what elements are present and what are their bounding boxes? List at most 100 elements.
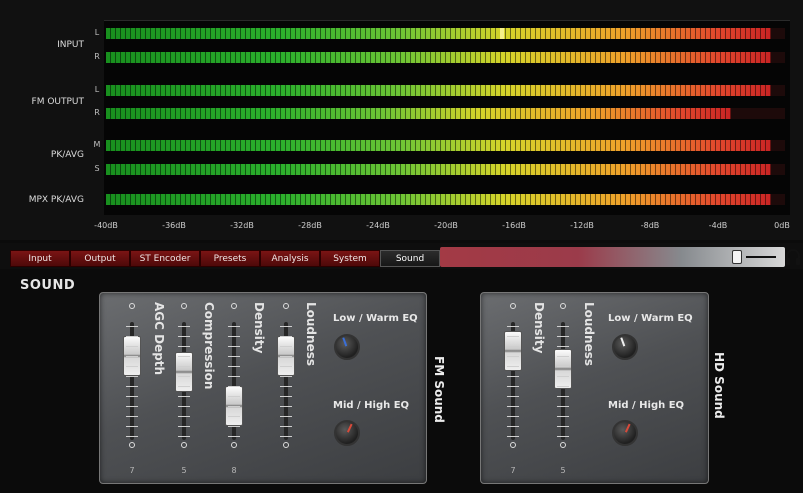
fader-scale-tick [228, 326, 240, 327]
fader-scale-tick [557, 436, 569, 437]
tab-input[interactable]: Input [10, 250, 70, 267]
fader-scale-tick [507, 376, 519, 377]
fader-scale-tick [507, 336, 519, 337]
knob-indicator [620, 337, 626, 347]
fader-scale-tick [557, 416, 569, 417]
agc-depth-label: AGC Depth [152, 302, 166, 376]
fader-top-dot [560, 303, 566, 309]
fader-scale-tick [557, 396, 569, 397]
fader-scale-tick [178, 426, 190, 427]
tab-system[interactable]: System [320, 250, 380, 267]
loudness-label: Loudness [304, 302, 318, 366]
fader-scale-tick [557, 356, 569, 357]
fader-scale-tick [228, 416, 240, 417]
meter-scale-label: -28dB [298, 221, 322, 230]
tab-presets[interactable]: Presets [200, 250, 260, 267]
fader-scale-tick [557, 406, 569, 407]
meter-channel-label: R [94, 108, 100, 117]
volume-slider-line [746, 256, 776, 258]
fm-sound-title: FM Sound [432, 356, 446, 423]
fader-scale-tick [228, 356, 240, 357]
fader-scale-tick [228, 366, 240, 367]
hd-mid-high-eq-label: Mid / High EQ [608, 400, 685, 411]
volume-slider-handle[interactable] [731, 250, 742, 264]
fader-scale-tick [557, 426, 569, 427]
hd-mid-high-eq-knob[interactable] [612, 420, 638, 446]
fader-scale-tick [178, 416, 190, 417]
meter-bar-pk-avg-s [106, 164, 785, 175]
meter-bar-fm-output-r [106, 108, 785, 119]
meter-level-fill [106, 140, 772, 151]
fader-scale-tick [557, 366, 569, 367]
meter-level-fill [106, 85, 772, 96]
tab-analysis[interactable]: Analysis [260, 250, 320, 267]
tab-output[interactable]: Output [70, 250, 130, 267]
knob-indicator [342, 337, 348, 347]
fader-top-dot [181, 303, 187, 309]
hd-density-value: 7 [510, 466, 516, 475]
hd-sound-title: HD Sound [712, 352, 726, 419]
meter-scale-label: -4dB [708, 221, 728, 230]
density-label: Density [252, 302, 266, 354]
hd-low-warm-eq-knob[interactable] [612, 334, 638, 360]
fader-scale-tick [280, 366, 292, 367]
meter-channel-label: S [94, 164, 100, 173]
meter-level-fill [106, 194, 772, 205]
fader-scale-tick [507, 386, 519, 387]
fader-scale-tick [507, 436, 519, 437]
fader-top-dot [231, 303, 237, 309]
fader-scale-tick [126, 406, 138, 407]
fader-scale-tick [126, 396, 138, 397]
fader-bottom-dot [560, 442, 566, 448]
fader-top-dot [283, 303, 289, 309]
fader-scale-tick [507, 406, 519, 407]
headphones-icon[interactable] [784, 247, 802, 267]
meter-channel-label: R [94, 52, 100, 61]
agc-depth-value: 7 [129, 466, 135, 475]
fader-scale-tick [507, 356, 519, 357]
mid-high-eq-knob[interactable] [334, 420, 360, 446]
meter-scale-label: -8dB [640, 221, 660, 230]
fader-scale-tick [126, 346, 138, 347]
fader-scale-tick [178, 366, 190, 367]
meter-bar-pk-avg-m [106, 140, 785, 151]
fader-scale-tick [557, 346, 569, 347]
fader-scale-tick [280, 406, 292, 407]
section-title: SOUND [20, 278, 76, 293]
meter-peak-marker [499, 28, 504, 39]
meter-scale-label: -20dB [434, 221, 458, 230]
hd-low-warm-eq-label: Low / Warm EQ [608, 313, 693, 324]
meter-bar-mpx-pk-avg [106, 194, 785, 205]
fader-scale-tick [178, 336, 190, 337]
fader-scale-tick [507, 326, 519, 327]
meter-scale-label: 0dB [774, 221, 790, 230]
meter-channel-label: M [93, 140, 101, 149]
fader-scale-tick [507, 366, 519, 367]
fader-scale-tick [557, 386, 569, 387]
mid-high-eq-label: Mid / High EQ [333, 400, 410, 411]
low-warm-eq-label: Low / Warm EQ [333, 313, 418, 324]
fader-scale-tick [557, 326, 569, 327]
fader-scale-tick [280, 426, 292, 427]
fader-scale-tick [126, 356, 138, 357]
low-warm-eq-knob[interactable] [334, 334, 360, 360]
meter-bar-fm-output-l [106, 85, 785, 96]
meter-scale-label: -32dB [230, 221, 254, 230]
fader-scale-tick [126, 416, 138, 417]
knob-indicator [624, 423, 631, 433]
meter-level-fill [106, 28, 772, 39]
fader-bottom-dot [231, 442, 237, 448]
tab-sound[interactable]: Sound [380, 250, 440, 267]
fader-scale-tick [280, 416, 292, 417]
meter-group-label-fm-output: FM OUTPUT [31, 97, 84, 107]
fader-scale-tick [126, 366, 138, 367]
meter-group-label-mpx-pk-avg: MPX PK/AVG [28, 195, 84, 205]
fader-scale-tick [280, 326, 292, 327]
fader-scale-tick [178, 326, 190, 327]
fader-scale-tick [178, 406, 190, 407]
fader-scale-tick [178, 436, 190, 437]
meter-scale-label: -16dB [502, 221, 526, 230]
meter-scale-label: -12dB [570, 221, 594, 230]
tab-st-encoder[interactable]: ST Encoder [130, 250, 200, 267]
fader-scale-tick [178, 386, 190, 387]
